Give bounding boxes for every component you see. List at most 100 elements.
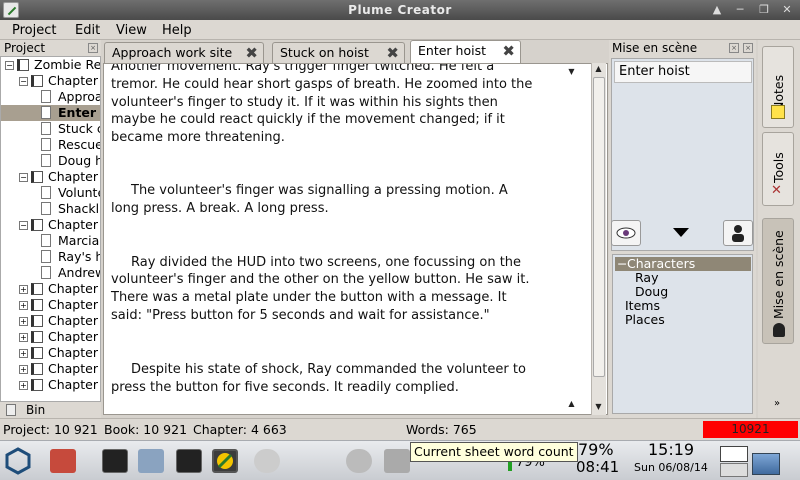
panel-float-icon[interactable]: × (88, 43, 98, 53)
bin-item[interactable]: Bin (0, 402, 101, 418)
tree-item-doc[interactable]: Doug h (1, 153, 100, 169)
restore-icon[interactable]: ❐ (756, 3, 772, 17)
expand-icon[interactable]: + (19, 317, 28, 326)
tree-item-chapter[interactable]: + Chapter (1, 297, 100, 313)
terminal-icon[interactable] (102, 449, 128, 473)
tree-item-label: Ray's h (58, 249, 101, 264)
tree-item-chapter[interactable]: + Chapter (1, 313, 100, 329)
menu-view[interactable]: View (116, 23, 147, 38)
panel-float-icon[interactable]: × (729, 43, 739, 53)
tree-item-book[interactable]: − Zombie Re (1, 57, 100, 73)
tab-label: Stuck on hoist (280, 45, 369, 60)
collapse-icon[interactable]: − (617, 257, 627, 271)
mise-en-scene-panel: Mise en scène × × Enter hoist − Characte… (609, 40, 756, 418)
panel-close-icon[interactable]: × (743, 43, 753, 53)
clock-date[interactable]: Sun 06/08/14 (634, 461, 708, 474)
tree-item-doc[interactable]: Volunte (1, 185, 100, 201)
word-count-tooltip: Current sheet word count (410, 442, 578, 462)
disc-icon[interactable] (254, 449, 280, 473)
tab-tools[interactable]: Tools ✕ (762, 132, 794, 206)
start-menu-icon[interactable] (4, 447, 32, 475)
close-tab-icon[interactable]: ✖ (386, 44, 399, 63)
tree-item-chapter[interactable]: + Chapter (1, 281, 100, 297)
tree-item-chapter[interactable]: − Chapter (1, 217, 100, 233)
tree-item-doc[interactable]: Rescue (1, 137, 100, 153)
keep-above-icon[interactable]: ▲ (709, 3, 725, 17)
show-desktop-icon[interactable] (752, 453, 780, 475)
tree-item-label: Chapter (48, 329, 98, 344)
tab-mise-en-scene[interactable]: Mise en scène (762, 218, 794, 344)
close-tab-icon[interactable]: ✖ (502, 42, 515, 61)
expand-icon[interactable]: + (19, 301, 28, 310)
scroll-down-icon[interactable]: ▼ (592, 401, 605, 413)
tree-item-label: Chapter (48, 217, 98, 232)
triangle-down-icon[interactable] (673, 228, 689, 237)
close-icon[interactable]: ✕ (779, 3, 795, 17)
menu-edit[interactable]: Edit (75, 23, 100, 38)
tab-notes[interactable]: Notes (762, 46, 794, 128)
scroll-up-icon[interactable]: ▲ (592, 63, 605, 75)
tab-stuck-on-hoist[interactable]: Stuck on hoist ✖ (272, 42, 405, 63)
tree-item-chapter[interactable]: + Chapter (1, 329, 100, 345)
tree-item-doc[interactable]: Marcia (1, 233, 100, 249)
scrollbar-thumb[interactable] (593, 77, 605, 377)
tree-node-places[interactable]: Places (625, 313, 665, 327)
workspace-1[interactable] (720, 446, 748, 462)
tree-node-characters[interactable]: − Characters (615, 257, 751, 271)
more-tabs-icon[interactable]: » (774, 398, 780, 409)
tree-item-doc[interactable]: Approa (1, 89, 100, 105)
tree-item-doc[interactable]: Shackl (1, 201, 100, 217)
tree-item-label: Andrew (58, 265, 101, 280)
expand-icon[interactable]: + (19, 285, 28, 294)
tree-node-ray[interactable]: Ray (635, 271, 658, 285)
editor-scrollbar[interactable]: ▲ ▼ (591, 63, 606, 415)
menu-help[interactable]: Help (162, 23, 192, 38)
settings-gear-icon[interactable] (346, 449, 372, 473)
tree-item-doc[interactable]: Andrew (1, 265, 101, 281)
volume-icon[interactable] (384, 449, 410, 473)
expand-icon[interactable]: + (19, 349, 28, 358)
minimize-icon[interactable]: ─ (732, 3, 748, 17)
collapse-icon[interactable]: − (19, 77, 28, 86)
project-tree[interactable]: − Zombie Re − Chapter Approa Enter Stuck c Resc… (0, 56, 101, 402)
workspace-2[interactable] (720, 463, 748, 477)
window-title: Plume Creator (348, 3, 452, 17)
fire-app-icon[interactable] (50, 449, 76, 473)
paragraph: Another movement. Ray's trigger finger t… (111, 63, 533, 146)
tree-item-doc[interactable]: Ray's h (1, 249, 101, 265)
tree-item-chapter[interactable]: + Chapter (1, 361, 100, 377)
scroll-down-page-icon[interactable]: ▲ (565, 398, 578, 410)
plume-creator-task-icon[interactable] (212, 449, 238, 473)
entities-tree[interactable]: − Characters Ray Doug Items Places (612, 254, 753, 414)
document-icon (41, 250, 51, 263)
close-tab-icon[interactable]: ✖ (245, 44, 258, 63)
clock-time[interactable]: 15:19 (648, 440, 694, 459)
terminal-icon[interactable] (176, 449, 202, 473)
tree-item-chapter[interactable]: + Chapter (1, 377, 100, 393)
collapse-icon[interactable]: − (19, 221, 28, 230)
menu-project[interactable]: Project (12, 23, 56, 38)
folder-icon[interactable] (138, 449, 164, 473)
tab-approach-work-site[interactable]: Approach work site ✖ (104, 42, 264, 63)
sheet-word-count[interactable]: Words: 765 (406, 422, 477, 437)
person-icon[interactable] (723, 220, 753, 246)
text-editor[interactable]: Another movement. Ray's trigger finger t… (103, 63, 608, 415)
tree-item-doc[interactable]: Stuck c (1, 121, 100, 137)
scroll-up-page-icon[interactable]: ▼ (565, 66, 578, 78)
expand-icon[interactable]: + (19, 365, 28, 374)
tree-node-items[interactable]: Items (625, 299, 660, 313)
tree-node-doug[interactable]: Doug (635, 285, 668, 299)
tree-item-label: Chapter (48, 361, 98, 376)
tree-item-chapter[interactable]: + Chapter (1, 345, 100, 361)
tree-item-doc[interactable]: Enter (1, 105, 100, 121)
expand-icon[interactable]: + (19, 333, 28, 342)
mise-en-scene-label: Mise en scène (771, 230, 786, 319)
tree-item-chapter[interactable]: − Chapter (1, 169, 100, 185)
tree-item-chapter[interactable]: − Chapter (1, 73, 100, 89)
eye-icon[interactable] (611, 220, 641, 246)
editor-text[interactable]: Another movement. Ray's trigger finger t… (111, 63, 539, 396)
collapse-icon[interactable]: − (19, 173, 28, 182)
tab-enter-hoist[interactable]: Enter hoist ✖ (410, 40, 521, 64)
collapse-icon[interactable]: − (5, 61, 14, 70)
expand-icon[interactable]: + (19, 381, 28, 390)
